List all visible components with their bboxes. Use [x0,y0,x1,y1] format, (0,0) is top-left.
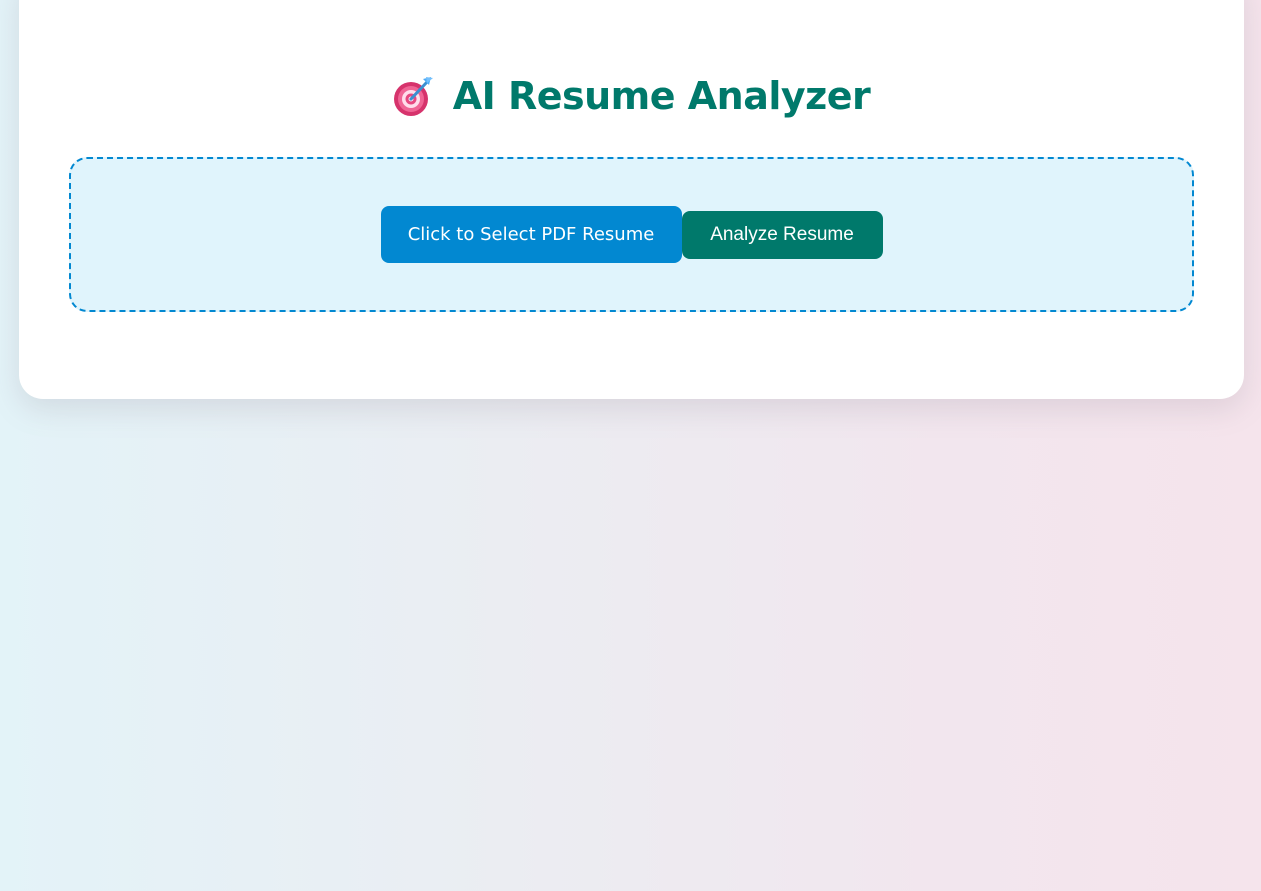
title-row: AI Resume Analyzer [19,70,1244,122]
upload-actions: Click to Select PDF Resume Analyze Resum… [380,206,883,263]
page-title: AI Resume Analyzer [452,74,871,118]
target-dart-icon [393,75,433,117]
main-card: AI Resume Analyzer Click to Select PDF R… [19,0,1244,399]
analyze-resume-button[interactable]: Analyze Resume [681,210,883,259]
select-pdf-button[interactable]: Click to Select PDF Resume [380,206,682,263]
upload-dropzone[interactable]: Click to Select PDF Resume Analyze Resum… [69,157,1194,312]
